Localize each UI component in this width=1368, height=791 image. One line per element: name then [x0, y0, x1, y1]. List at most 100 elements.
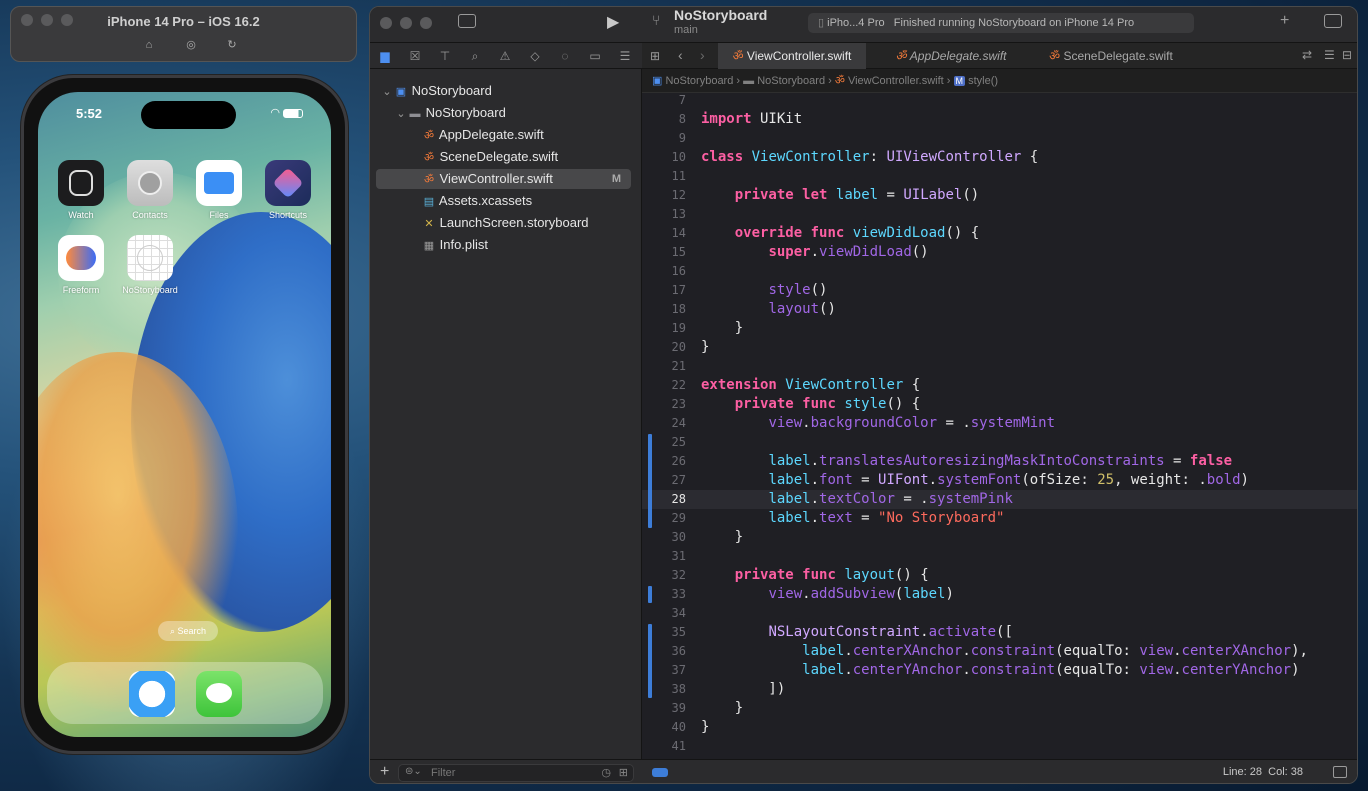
tab-scenedelegate[interactable]: ॐ SceneDelegate.swift	[1036, 43, 1186, 69]
code-line[interactable]: 22 extension ViewController {	[642, 376, 1357, 395]
code-line[interactable]: 34	[642, 604, 1357, 623]
tree-item-file[interactable]: ✕ LaunchScreen.storyboard	[376, 213, 631, 233]
code-line[interactable]: 9	[642, 129, 1357, 148]
code-line[interactable]: 19 }	[642, 319, 1357, 338]
code-line[interactable]: 14 override func viewDidLoad() {	[642, 224, 1357, 243]
code-line[interactable]: 29 label.text = "No Storyboard"	[642, 509, 1357, 528]
home-icon[interactable]: ⌂	[142, 39, 156, 51]
source-editor[interactable]: 7 8 import UIKit 9 10 class ViewController…	[642, 93, 1357, 759]
jumpbar-project[interactable]: NoStoryboard	[665, 75, 733, 87]
jumpbar-symbol[interactable]: style()	[968, 75, 998, 87]
source-control-filter-icon[interactable]: ⊞	[619, 766, 628, 779]
related-items-icon[interactable]: ⊞	[650, 49, 660, 63]
code-line[interactable]: 11	[642, 167, 1357, 186]
app-files[interactable]: Files	[187, 160, 251, 220]
add-icon[interactable]: +	[1280, 12, 1289, 30]
app-contacts[interactable]: Contacts	[118, 160, 182, 220]
close-window-button[interactable]	[380, 17, 392, 29]
debug-area-toggle-icon[interactable]	[652, 768, 668, 777]
code-text: private let label = UILabel()	[734, 187, 980, 203]
change-bar[interactable]	[648, 586, 652, 603]
messages-icon[interactable]	[196, 671, 242, 717]
disclosure-icon[interactable]: ⌄	[394, 104, 408, 124]
code-line[interactable]: 38 ])	[642, 680, 1357, 699]
symbol-navigator-icon[interactable]: ⊤	[438, 49, 452, 63]
code-line[interactable]: 36 label.centerXAnchor.constraint(equalT…	[642, 642, 1357, 661]
change-bar[interactable]	[648, 434, 652, 528]
zoom-window-button[interactable]	[420, 17, 432, 29]
tree-item-file[interactable]: ॐ AppDelegate.swift	[376, 125, 631, 145]
code-line[interactable]: 30 }	[642, 528, 1357, 547]
run-icon[interactable]: ▶	[607, 12, 619, 32]
tree-item-file[interactable]: ▦ Info.plist	[376, 235, 631, 255]
code-line[interactable]: 31	[642, 547, 1357, 566]
jumpbar-file[interactable]: ViewController.swift	[848, 75, 944, 87]
find-navigator-icon[interactable]: ⌕	[468, 49, 482, 63]
code-line[interactable]: 16	[642, 262, 1357, 281]
app-watch[interactable]: Watch	[49, 160, 113, 220]
change-bar[interactable]	[648, 624, 652, 698]
sidebar-toggle-icon[interactable]	[458, 14, 476, 28]
filter-field[interactable]: ⊜⌄ Filter ◷ ⊞	[398, 764, 634, 782]
code-line-current[interactable]: 28 label.textColor = .systemPink	[642, 490, 1357, 509]
code-line[interactable]: 40}	[642, 718, 1357, 737]
code-line[interactable]: 10 class ViewController: UIViewController…	[642, 148, 1357, 167]
tree-item-file-selected[interactable]: ॐ ViewController.swift M	[376, 169, 631, 189]
back-icon[interactable]: ‹	[678, 47, 683, 63]
test-navigator-icon[interactable]: ◇	[528, 49, 542, 63]
code-line[interactable]: 27 label.font = UIFont.systemFont(ofSize…	[642, 471, 1357, 490]
editor-options-icon[interactable]: ☰	[1324, 48, 1335, 62]
debug-navigator-icon[interactable]: ◌	[558, 49, 572, 63]
code-line[interactable]: 18 layout()	[642, 300, 1357, 319]
code-line[interactable]: 24 view.backgroundColor = .systemMint	[642, 414, 1357, 433]
recent-files-icon[interactable]: ◷	[601, 766, 611, 779]
add-file-icon[interactable]: +	[380, 763, 389, 781]
inspector-toggle-icon[interactable]	[1324, 14, 1342, 28]
tab-appdelegate[interactable]: ॐ AppDelegate.swift	[876, 43, 1026, 69]
screenshot-icon[interactable]: ◎	[184, 39, 198, 51]
jumpbar-group[interactable]: NoStoryboard	[757, 75, 825, 87]
review-changes-icon[interactable]: ⇄	[1302, 48, 1312, 62]
app-shortcuts[interactable]: Shortcuts	[256, 160, 320, 220]
split-editor-icon[interactable]: ⊟	[1342, 48, 1352, 62]
code-line[interactable]: 26 label.translatesAutoresizingMaskIntoC…	[642, 452, 1357, 471]
rotate-icon[interactable]: ↻	[225, 39, 239, 51]
code-line[interactable]: 13	[642, 205, 1357, 224]
disclosure-icon[interactable]: ⌄	[380, 82, 394, 102]
breakpoint-navigator-icon[interactable]: ▭	[588, 49, 602, 63]
issue-navigator-icon[interactable]: ⚠	[498, 49, 512, 63]
app-nostoryboard[interactable]: NoStoryboard	[118, 235, 182, 295]
code-line[interactable]: 15 super.viewDidLoad()	[642, 243, 1357, 262]
code-line[interactable]: 21	[642, 357, 1357, 376]
code-line[interactable]: 37 label.centerYAnchor.constraint(equalT…	[642, 661, 1357, 680]
minimize-window-button[interactable]	[400, 17, 412, 29]
hide-debug-area-icon[interactable]	[1333, 766, 1347, 778]
code-line[interactable]: 20}	[642, 338, 1357, 357]
source-control-icon[interactable]: ☒	[408, 49, 422, 63]
report-navigator-icon[interactable]: ☰	[618, 49, 632, 63]
tree-item-file[interactable]: ॐ SceneDelegate.swift	[376, 147, 631, 167]
code-line[interactable]: 32 private func layout() {	[642, 566, 1357, 585]
code-line[interactable]: 25	[642, 433, 1357, 452]
code-line[interactable]: 35 NSLayoutConstraint.activate([	[642, 623, 1357, 642]
home-screen[interactable]: 5:52 ◠ Watch Contacts Files Shortcuts Fr…	[38, 92, 331, 737]
forward-icon[interactable]: ›	[700, 47, 705, 63]
tab-viewcontroller[interactable]: ॐ ViewController.swift	[718, 43, 866, 69]
safari-icon[interactable]	[129, 671, 175, 717]
tree-item-file[interactable]: ▤ Assets.xcassets	[376, 191, 631, 211]
code-line[interactable]: 12 private let label = UILabel()	[642, 186, 1357, 205]
tree-item-group[interactable]: ⌄ ▬ NoStoryboard	[376, 103, 631, 123]
activity-view[interactable]: ▯ iPho...4 Pro Finished running NoStoryb…	[808, 13, 1194, 33]
code-line[interactable]: 23 private func style() {	[642, 395, 1357, 414]
app-freeform[interactable]: Freeform	[49, 235, 113, 295]
code-line[interactable]: 41	[642, 737, 1357, 756]
code-line[interactable]: 8 import UIKit	[642, 110, 1357, 129]
spotlight-search-button[interactable]: ⌕ Search	[158, 621, 218, 641]
code-line[interactable]: 33 view.addSubview(label)	[642, 585, 1357, 604]
run-destination[interactable]: iPho...4 Pro	[827, 17, 884, 29]
filter-options-icon[interactable]: ⊜⌄	[405, 766, 422, 777]
folder-navigator-icon[interactable]: ▆	[378, 49, 392, 63]
code-line[interactable]: 39 }	[642, 699, 1357, 718]
tree-item-project[interactable]: ⌄ ▣ NoStoryboard	[376, 81, 631, 101]
code-line[interactable]: 17 style()	[642, 281, 1357, 300]
